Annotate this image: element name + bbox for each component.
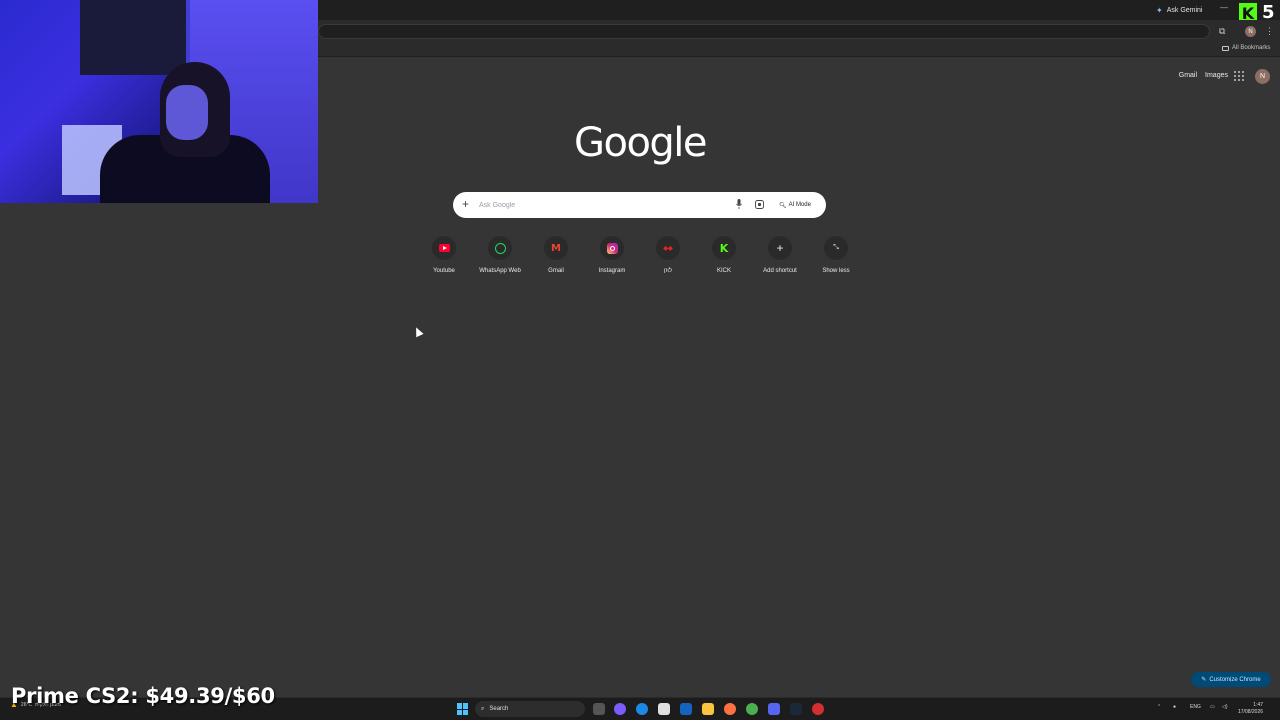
shortcut-label: KICK: [716, 268, 731, 274]
shortcut-tile: ◆◆: [656, 236, 680, 260]
shortcut-tile: K: [712, 236, 736, 260]
tray-mic-icon[interactable]: ●: [1173, 704, 1176, 710]
shortcut-tile: [432, 236, 456, 260]
customize-chrome-label: Customize Chrome: [1209, 676, 1261, 683]
copilot-icon[interactable]: [614, 703, 626, 715]
whatsapp-icon: [494, 242, 506, 254]
task-view-icon[interactable]: [593, 703, 605, 715]
images-link[interactable]: Images: [1205, 72, 1228, 79]
show-less-button[interactable]: ⤡ Show less: [808, 236, 864, 274]
google-lens-icon[interactable]: [755, 200, 764, 209]
menu-kebab-icon[interactable]: ⋮: [1265, 26, 1274, 37]
shortcut-label: Gmail: [548, 268, 564, 274]
ai-mode-button[interactable]: 🔍︎ AI Mode: [775, 198, 815, 212]
toolbar-profile-avatar[interactable]: N: [1245, 26, 1256, 37]
shortcut-tile: [488, 236, 512, 260]
gemini-spark-icon: ✦: [1156, 5, 1163, 15]
shortcut-kick[interactable]: K KICK: [696, 236, 752, 274]
shortcut-tile: M: [544, 236, 568, 260]
shortcut-gmail[interactable]: M Gmail: [528, 236, 584, 274]
clock-time: 1:47: [1253, 702, 1264, 708]
clock-date: 17/08/2026: [1238, 709, 1264, 715]
collapse-icon: ⤡: [833, 244, 839, 251]
mail-icon[interactable]: [680, 703, 692, 715]
firefox-icon[interactable]: [724, 703, 736, 715]
folder-icon: [1222, 45, 1229, 51]
all-bookmarks-label: All Bookmarks: [1232, 45, 1271, 51]
mouse-cursor: [412, 325, 424, 338]
file-explorer-icon[interactable]: [702, 703, 714, 715]
kick-icon: K: [719, 241, 729, 255]
webcam-overlay: [0, 0, 318, 203]
shortcut-label: Instagram: [598, 268, 626, 274]
discord-icon[interactable]: [768, 703, 780, 715]
steam-icon[interactable]: [790, 703, 802, 715]
taskbar-search[interactable]: ⌕ Search: [475, 701, 585, 717]
shortcut-tile: +: [768, 236, 792, 260]
edge-icon[interactable]: [636, 703, 648, 715]
shortcut-label: Youtube: [433, 268, 455, 274]
shortcut-instagram[interactable]: Instagram: [584, 236, 640, 274]
prime-goal-overlay: Prime CS2: $49.39/$60: [11, 684, 275, 708]
shortcut-site[interactable]: ◆◆ לוזן: [640, 236, 696, 274]
gmail-icon: M: [551, 242, 561, 254]
ntp-profile-avatar[interactable]: N: [1255, 69, 1270, 84]
ask-gemini-button[interactable]: ✦ Ask Gemini: [1150, 3, 1209, 17]
add-attachment-icon[interactable]: +: [462, 197, 469, 211]
shortcut-whatsapp[interactable]: WhatsApp Web: [472, 236, 528, 274]
shortcut-label: WhatsApp Web: [479, 268, 521, 274]
extensions-icon[interactable]: ⧉: [1219, 26, 1225, 37]
desktop: ✦ Ask Gemini — K 5 ⧉ N ⋮ All Bookmarks G…: [0, 0, 1280, 720]
shortcut-tile: ⤡: [824, 236, 848, 260]
address-bar[interactable]: [318, 24, 1210, 39]
shortcut-tile: [600, 236, 624, 260]
microphone-icon[interactable]: [736, 199, 742, 209]
pencil-icon: ✎: [1201, 677, 1207, 683]
ai-mode-search-icon: 🔍︎: [779, 202, 787, 209]
customize-chrome-button[interactable]: ✎ Customize Chrome: [1191, 672, 1271, 687]
shortcut-youtube[interactable]: Youtube: [416, 236, 472, 274]
search-icon: ⌕: [481, 705, 485, 712]
add-shortcut-button[interactable]: + Add shortcut: [752, 236, 808, 274]
webcam-person-face: [166, 85, 208, 140]
ntp-top-links: Gmail Images: [1179, 72, 1228, 79]
windows-start-icon[interactable]: [457, 703, 469, 715]
gmail-link[interactable]: Gmail: [1179, 72, 1197, 79]
minimize-icon[interactable]: —: [1220, 3, 1228, 12]
shortcut-label: לוזן: [663, 268, 673, 274]
language-indicator[interactable]: ENG: [1190, 704, 1201, 710]
app-icon[interactable]: [812, 703, 824, 715]
clock[interactable]: 1:47 17/08/2026: [1238, 702, 1263, 716]
shortcut-label: Add shortcut: [763, 268, 797, 274]
store-icon[interactable]: [658, 703, 670, 715]
shortcut-label: Show less: [822, 268, 850, 274]
volume-icon[interactable]: ◁): [1222, 704, 1228, 710]
plus-icon: +: [776, 241, 784, 255]
webcam-window: [80, 0, 190, 75]
search-box[interactable]: + 🔍︎ AI Mode: [453, 192, 826, 218]
chrome-icon[interactable]: [746, 703, 758, 715]
site-icon: ◆◆: [663, 245, 673, 252]
ask-gemini-label: Ask Gemini: [1166, 6, 1203, 14]
google-apps-icon[interactable]: [1234, 71, 1244, 81]
taskbar-search-label: Search: [489, 706, 509, 712]
network-icon[interactable]: ▭: [1210, 704, 1215, 710]
tray-chevron-icon[interactable]: ⌃: [1157, 704, 1161, 710]
all-bookmarks-button[interactable]: All Bookmarks: [1222, 45, 1270, 51]
search-input[interactable]: [479, 198, 729, 212]
shortcut-grid: Youtube WhatsApp Web M Gmail Instagram ◆…: [416, 236, 864, 274]
youtube-icon: [438, 244, 450, 252]
ai-mode-label: AI Mode: [788, 202, 811, 208]
google-logo: Google: [573, 120, 708, 166]
instagram-icon: [606, 242, 618, 254]
